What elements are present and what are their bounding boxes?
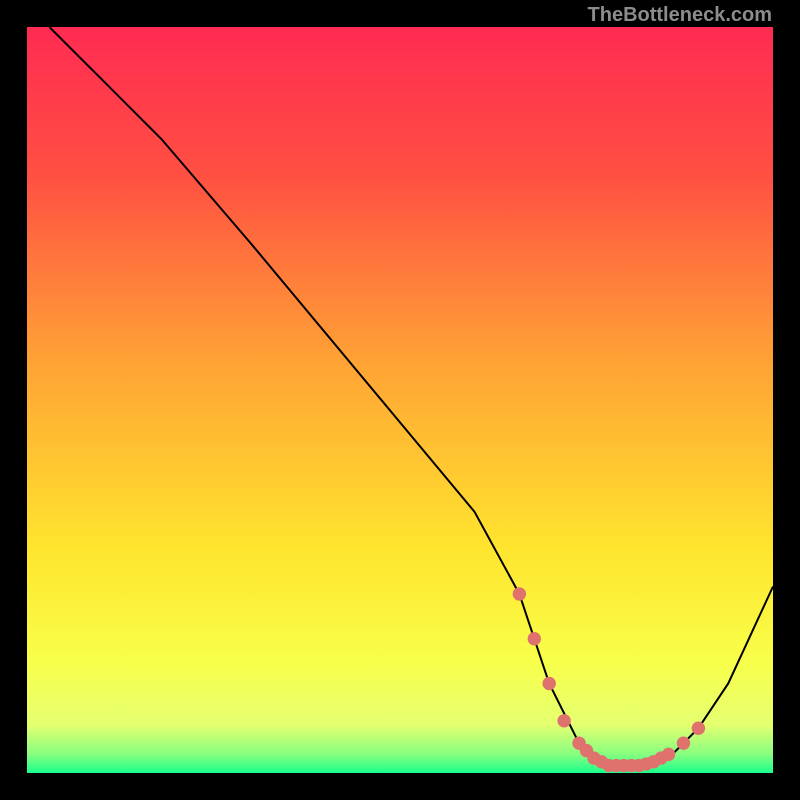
plot-svg bbox=[27, 27, 773, 773]
highlight-dot bbox=[528, 632, 541, 645]
highlight-dot bbox=[692, 722, 705, 735]
bottleneck-curve-path bbox=[49, 27, 773, 766]
highlight-dot bbox=[542, 677, 555, 690]
watermark-text: TheBottleneck.com bbox=[588, 4, 772, 27]
highlight-dot bbox=[677, 736, 690, 749]
highlight-dot bbox=[557, 714, 570, 727]
highlight-dot bbox=[662, 748, 675, 761]
highlight-dot bbox=[513, 587, 526, 600]
highlight-dots-group bbox=[513, 587, 705, 772]
bottleneck-plot: TheBottleneck.com bbox=[0, 0, 800, 800]
